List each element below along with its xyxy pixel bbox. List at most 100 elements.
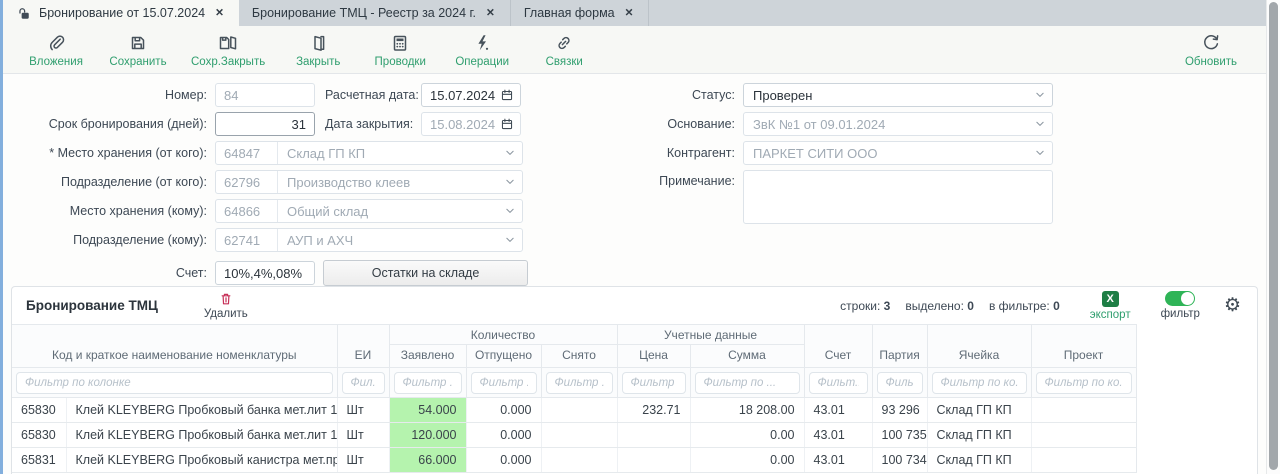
cell-price[interactable]: 232.71 xyxy=(617,398,690,423)
cell-batch[interactable]: 100 734 xyxy=(872,448,927,473)
filter-input-price[interactable] xyxy=(622,372,686,394)
gear-icon[interactable]: ⚙ xyxy=(1224,296,1241,315)
cell-unit[interactable]: Шт xyxy=(337,423,389,448)
cell-sum[interactable]: 0.00 xyxy=(690,423,804,448)
cell-unit[interactable]: Шт xyxy=(337,398,389,423)
cell-removed[interactable] xyxy=(541,398,617,423)
cell-removed[interactable] xyxy=(541,423,617,448)
cell-project[interactable] xyxy=(1031,398,1136,423)
cell-name[interactable]: Клей KLEYBERG Пробковый банка мет.лит 1л… xyxy=(66,423,337,448)
close-date-field[interactable]: 15.08.2024 xyxy=(421,112,521,136)
tab-main-form[interactable]: Главная форма ✕ xyxy=(511,0,650,26)
column-header-batch[interactable]: Партия xyxy=(872,325,927,368)
cell-cell[interactable]: Склад ГП КП xyxy=(927,448,1031,473)
links-button[interactable]: Связки xyxy=(535,33,593,68)
table-row[interactable]: 65830 Клей KLEYBERG Пробковый банка мет.… xyxy=(12,423,1136,448)
column-header-price[interactable]: Цена xyxy=(617,345,690,368)
cell-code[interactable]: 65830 xyxy=(12,398,66,423)
attachments-button[interactable]: Вложения xyxy=(27,33,85,68)
cell-account[interactable]: 43.01 xyxy=(804,448,872,473)
tab-registry[interactable]: Бронирование ТМЦ - Реестр за 2024 г. ✕ xyxy=(239,0,511,26)
cell-project[interactable] xyxy=(1031,448,1136,473)
cell-name[interactable]: Клей KLEYBERG Пробковый канистра мет.пря… xyxy=(66,448,337,473)
cell-cell[interactable]: Склад ГП КП xyxy=(927,423,1031,448)
cell-batch[interactable]: 100 735 xyxy=(872,423,927,448)
filter-input-requested[interactable] xyxy=(394,372,462,394)
close-button[interactable]: Закрыть xyxy=(289,33,347,68)
filter-input-sum[interactable] xyxy=(695,372,800,394)
column-header-cell[interactable]: Ячейка xyxy=(927,325,1031,368)
column-header-account[interactable]: Счет xyxy=(804,325,872,368)
stock-balance-button[interactable]: Остатки на складе xyxy=(323,260,528,286)
cell-price[interactable] xyxy=(617,448,690,473)
cell-batch[interactable]: 93 296 xyxy=(872,398,927,423)
division-from-select[interactable]: 62796 Производство клеев xyxy=(215,170,523,194)
operations-button[interactable]: Операции xyxy=(453,33,511,68)
note-field[interactable] xyxy=(743,170,1053,224)
cell-requested[interactable]: 54.000 xyxy=(389,398,466,423)
calendar-icon[interactable] xyxy=(500,88,514,102)
storage-to-select[interactable]: 64866 Общий склад xyxy=(215,199,523,223)
filter-input-batch[interactable] xyxy=(877,372,923,394)
division-to-select[interactable]: 62741 АУП и АХЧ xyxy=(215,228,523,252)
filter-input-released[interactable] xyxy=(471,372,537,394)
status-select[interactable]: Проверен xyxy=(743,83,1053,107)
filter-input-account[interactable] xyxy=(809,372,868,394)
filter-input-item[interactable] xyxy=(16,372,333,394)
scrollbar-thumb[interactable] xyxy=(1269,2,1278,470)
table-row[interactable]: 65831 Клей KLEYBERG Пробковый канистра м… xyxy=(12,448,1136,473)
storage-from-select[interactable]: 64847 Склад ГП КП xyxy=(215,141,523,165)
close-icon[interactable]: ✕ xyxy=(213,6,226,20)
filter-toggle[interactable]: фильтр xyxy=(1161,291,1200,320)
delete-row-button[interactable]: Удалить xyxy=(204,291,248,320)
cell-removed[interactable] xyxy=(541,448,617,473)
tab-document[interactable]: Бронирование от 15.07.2024 ✕ xyxy=(3,0,239,26)
column-header-project[interactable]: Проект xyxy=(1031,325,1136,368)
account-field[interactable] xyxy=(215,261,315,285)
column-header-released[interactable]: Отпущено xyxy=(466,345,541,368)
table-row[interactable]: 65830 Клей KLEYBERG Пробковый банка мет.… xyxy=(12,398,1136,423)
close-icon[interactable]: ✕ xyxy=(623,6,636,20)
cell-sum[interactable]: 18 208.00 xyxy=(690,398,804,423)
column-header-removed[interactable]: Снято xyxy=(541,345,617,368)
cell-requested[interactable]: 120.000 xyxy=(389,423,466,448)
cell-project[interactable] xyxy=(1031,423,1136,448)
save-close-button[interactable]: Сохр.Закрыть xyxy=(191,33,265,68)
column-header-sum[interactable]: Сумма xyxy=(690,345,804,368)
refresh-icon xyxy=(1201,33,1221,53)
cell-sum[interactable]: 0.00 xyxy=(690,448,804,473)
cell-name[interactable]: Клей KLEYBERG Пробковый банка мет.лит 1л… xyxy=(66,398,337,423)
button-label: Вложения xyxy=(29,56,83,68)
filter-input-removed[interactable] xyxy=(546,372,613,394)
cell-requested[interactable]: 66.000 xyxy=(389,448,466,473)
cell-released[interactable]: 0.000 xyxy=(466,423,541,448)
cell-account[interactable]: 43.01 xyxy=(804,398,872,423)
cell-cell[interactable]: Склад ГП КП xyxy=(927,398,1031,423)
toggle-switch[interactable] xyxy=(1165,291,1195,306)
cell-account[interactable]: 43.01 xyxy=(804,423,872,448)
column-header-item[interactable]: Код и краткое наименование номенклатуры xyxy=(12,325,337,368)
number-field[interactable] xyxy=(215,83,315,107)
vertical-scrollbar[interactable] xyxy=(1266,0,1280,474)
cell-unit[interactable]: Шт xyxy=(337,448,389,473)
save-button[interactable]: Сохранить xyxy=(109,33,167,68)
days-field[interactable] xyxy=(215,112,315,136)
contractor-select[interactable]: ПАРКЕТ СИТИ ООО xyxy=(743,141,1053,165)
close-icon[interactable]: ✕ xyxy=(484,6,497,20)
column-header-requested[interactable]: Заявлено xyxy=(389,345,466,368)
cell-code[interactable]: 65830 xyxy=(12,423,66,448)
column-header-unit[interactable]: ЕИ xyxy=(337,325,389,368)
calendar-icon[interactable] xyxy=(500,117,514,131)
cell-released[interactable]: 0.000 xyxy=(466,448,541,473)
basis-select[interactable]: ЗвК №1 от 09.01.2024 xyxy=(743,112,1053,136)
filter-input-cell[interactable] xyxy=(932,372,1027,394)
calc-date-field[interactable]: 15.07.2024 xyxy=(421,83,521,107)
cell-price[interactable] xyxy=(617,423,690,448)
postings-button[interactable]: Проводки xyxy=(371,33,429,68)
cell-code[interactable]: 65831 xyxy=(12,448,66,473)
filter-input-project[interactable] xyxy=(1036,372,1132,394)
refresh-button[interactable]: Обновить xyxy=(1182,33,1240,68)
export-excel-button[interactable]: X экспорт xyxy=(1090,291,1131,321)
filter-input-unit[interactable] xyxy=(342,372,385,394)
cell-released[interactable]: 0.000 xyxy=(466,398,541,423)
